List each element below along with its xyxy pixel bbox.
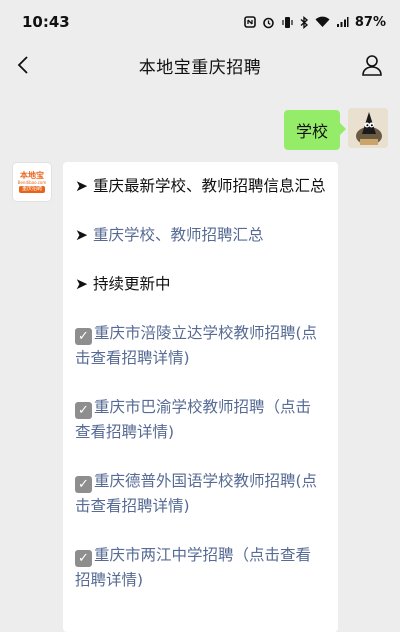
nav-bar: 本地宝重庆招聘 [0,44,400,86]
checkbox-icon: ✓ [75,550,92,567]
bot-avatar-url: Bendibao.com [17,180,47,185]
user-icon [362,55,382,76]
list-item: ➤ 重庆最新学校、教师招聘信息汇总 [75,174,326,199]
list-item-text: 重庆最新学校、教师招聘信息汇总 [92,177,326,195]
chevron-left-icon [17,56,28,74]
job-link-item[interactable]: ✓ 重庆市涪陵立达学校教师招聘(点击查看招聘详情) [75,321,326,371]
job-link[interactable]: 重庆市两江中学招聘（点击查看招聘详情) [75,546,311,589]
job-link[interactable]: 重庆德普外国语学校教师招聘(点击查看招聘详情) [75,472,317,515]
battery-level: 87% [354,14,386,30]
job-link-item[interactable]: ✓ 重庆市两江中学招聘（点击查看招聘详情) [75,543,326,593]
page-title: 本地宝重庆招聘 [138,57,262,78]
arrow-icon: ➤ [75,226,88,244]
cartoon-character-image [348,108,388,148]
checkbox-icon: ✓ [75,402,92,419]
list-item: ➤ 持续更新中 [75,272,326,297]
user-avatar[interactable] [348,108,388,148]
signal-icon [336,17,349,27]
job-link[interactable]: 重庆市巴渝学校教师招聘（点击查看招聘详情) [75,398,311,441]
wifi-icon [315,16,330,27]
checkbox-icon: ✓ [75,328,92,345]
back-button[interactable] [10,52,36,78]
list-item-text: 持续更新中 [92,275,171,293]
bot-avatar-tag: 重庆招聘 [18,186,45,193]
status-bar: 10:43 87% [0,0,400,44]
list-item-link[interactable]: 重庆学校、教师招聘汇总 [93,226,264,244]
job-link-item[interactable]: ✓ 重庆德普外国语学校教师招聘(点击查看招聘详情) [75,469,326,519]
checkbox-icon: ✓ [75,476,92,493]
bot-avatar-brand: 本地宝 [20,171,44,180]
vibrate-icon [282,16,293,28]
bot-avatar[interactable]: 本地宝 Bendibao.com 重庆招聘 [12,162,52,202]
bluetooth-icon [300,15,308,29]
job-link[interactable]: 重庆市涪陵立达学校教师招聘(点击查看招聘详情) [75,324,317,367]
arrow-icon: ➤ [75,275,88,293]
arrow-icon: ➤ [75,177,88,195]
user-message-text: 学校 [295,122,328,141]
job-link-item[interactable]: ✓ 重庆市巴渝学校教师招聘（点击查看招聘详情) [75,395,326,445]
bot-message-bubble: ➤ 重庆最新学校、教师招聘信息汇总 ➤ 重庆学校、教师招聘汇总 ➤ 持续更新中 … [63,162,338,632]
status-time: 10:43 [22,13,70,31]
nfc-icon [244,16,256,28]
profile-button[interactable] [358,51,386,79]
list-item[interactable]: ➤ 重庆学校、教师招聘汇总 [75,223,326,248]
user-message-bubble: 学校 [283,110,347,150]
alarm-icon [263,17,274,28]
status-icons: 87% [244,15,386,30]
